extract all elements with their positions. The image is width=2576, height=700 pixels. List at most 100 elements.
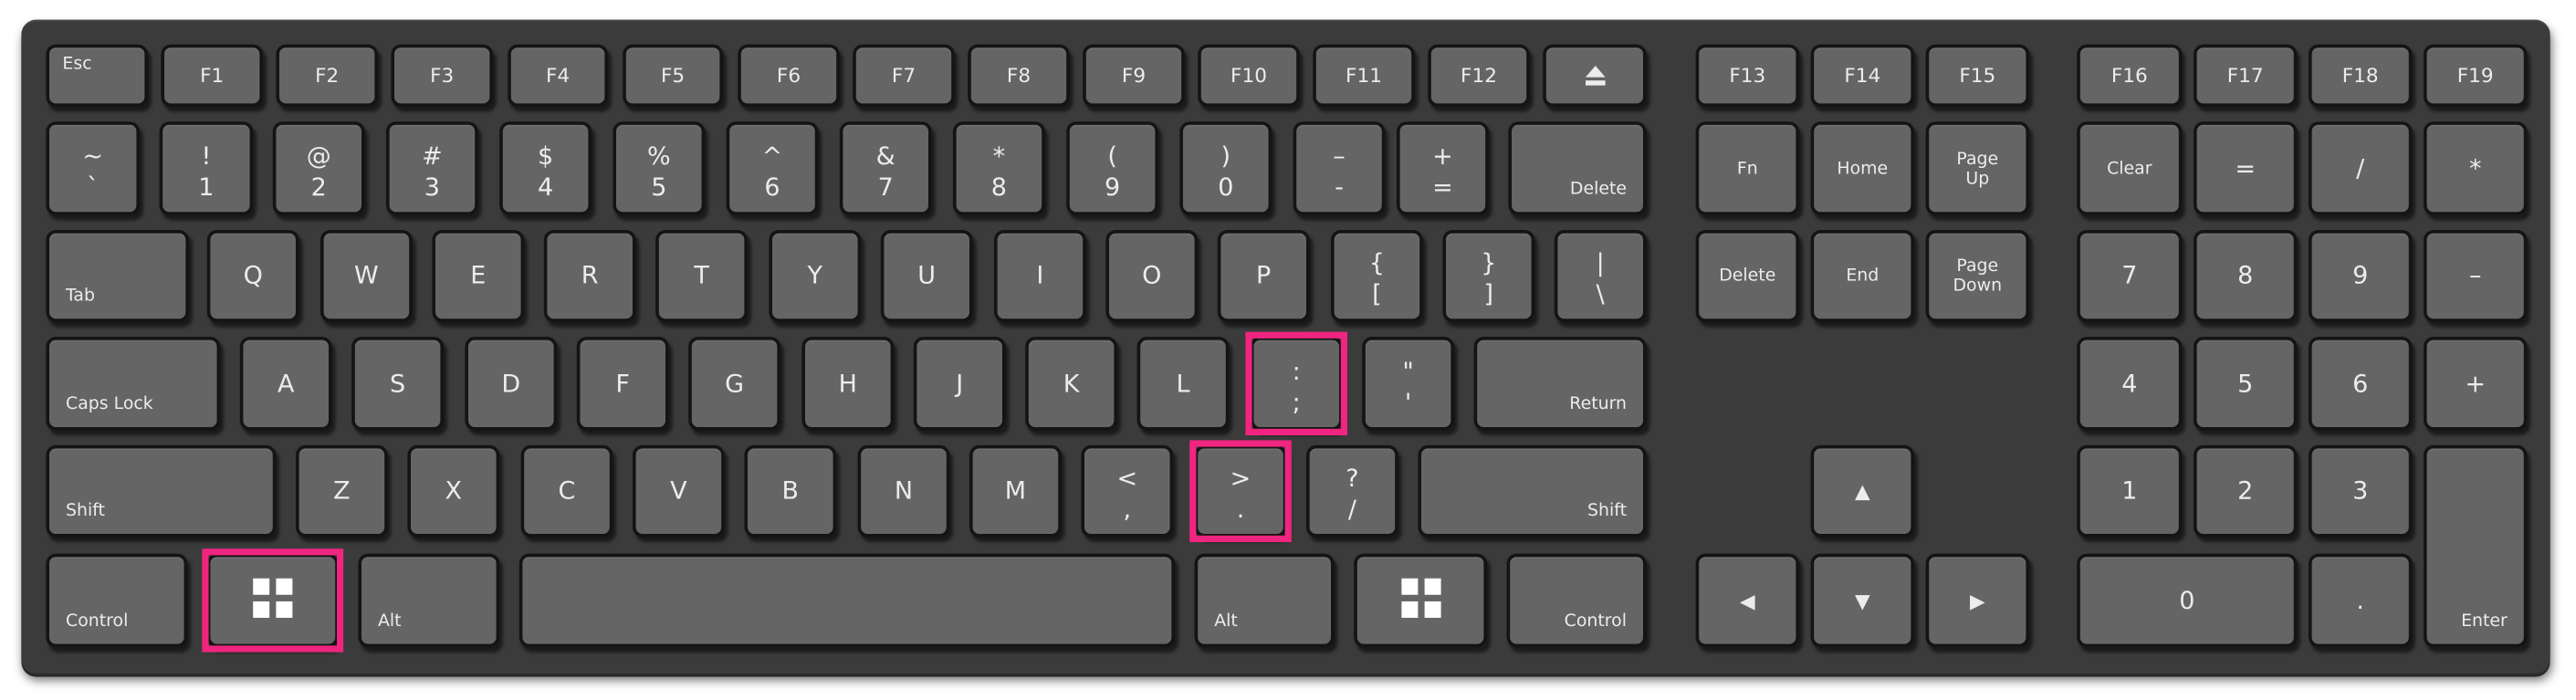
key-c[interactable]: C bbox=[520, 444, 613, 538]
key-win-left[interactable] bbox=[206, 553, 339, 648]
key-lbracket[interactable]: {[ bbox=[1331, 230, 1423, 322]
key-9[interactable]: (9 bbox=[1066, 121, 1158, 215]
key-f6[interactable]: F6 bbox=[738, 44, 840, 107]
key-num-enter[interactable]: Enter bbox=[2424, 444, 2528, 648]
key-period[interactable]: >. bbox=[1194, 444, 1287, 538]
key-g[interactable]: G bbox=[688, 337, 780, 431]
key-f4[interactable]: F4 bbox=[508, 44, 608, 107]
key-i[interactable]: I bbox=[994, 230, 1086, 322]
key-p[interactable]: P bbox=[1217, 230, 1310, 322]
key-5[interactable]: % 5 bbox=[613, 121, 706, 215]
key-f3[interactable]: F3 bbox=[391, 44, 493, 107]
key-num-0[interactable]: 0 bbox=[2077, 553, 2298, 648]
key-end[interactable]: End bbox=[1810, 230, 1914, 322]
key-quote[interactable]: " ' bbox=[1362, 337, 1454, 431]
key-w[interactable]: W bbox=[320, 230, 413, 322]
key-num-decimal[interactable]: . bbox=[2309, 553, 2413, 648]
key-alt-left[interactable]: Alt bbox=[358, 553, 500, 648]
key-3[interactable]: #3 bbox=[386, 121, 478, 215]
key-f7[interactable]: F7 bbox=[853, 44, 955, 107]
key-esc[interactable]: Esc bbox=[46, 44, 149, 107]
key-f12[interactable]: F12 bbox=[1428, 44, 1530, 107]
key-f17[interactable]: F17 bbox=[2194, 44, 2298, 107]
key-num-3[interactable]: 3 bbox=[2309, 444, 2413, 538]
key-2[interactable]: @2 bbox=[272, 121, 365, 215]
key-return[interactable]: Return bbox=[1473, 337, 1647, 431]
key-4[interactable]: $4 bbox=[499, 121, 592, 215]
key-k[interactable]: K bbox=[1025, 337, 1117, 431]
key-f13[interactable]: F13 bbox=[1695, 44, 1799, 107]
key-space[interactable] bbox=[518, 553, 1175, 648]
key-o[interactable]: O bbox=[1105, 230, 1199, 322]
key-f18[interactable]: F18 bbox=[2309, 44, 2413, 107]
key-q[interactable]: Q bbox=[206, 230, 299, 322]
key-num-4[interactable]: 4 bbox=[2077, 337, 2183, 431]
key-7[interactable]: & 7 bbox=[839, 121, 932, 215]
key-rbracket[interactable]: }] bbox=[1442, 230, 1535, 322]
key-equals[interactable]: + = bbox=[1397, 121, 1489, 215]
key-eject[interactable] bbox=[1543, 44, 1647, 107]
key-arrow-left[interactable]: ◀ bbox=[1695, 553, 1799, 648]
key-num-divide[interactable]: / bbox=[2309, 121, 2413, 215]
key-y[interactable]: Y bbox=[769, 230, 862, 322]
key-control-left[interactable]: Control bbox=[46, 553, 188, 648]
key-num-9[interactable]: 9 bbox=[2309, 230, 2413, 322]
key-j[interactable]: J bbox=[913, 337, 1006, 431]
key-f16[interactable]: F16 bbox=[2077, 44, 2183, 107]
key-minus[interactable]: – - bbox=[1293, 121, 1386, 215]
key-home[interactable]: Home bbox=[1810, 121, 1914, 215]
key-caps-lock[interactable]: Caps Lock bbox=[46, 337, 221, 431]
key-clear[interactable]: Clear bbox=[2077, 121, 2183, 215]
key-f10[interactable]: F10 bbox=[1198, 44, 1300, 107]
key-l[interactable]: L bbox=[1136, 337, 1230, 431]
key-alt-right[interactable]: Alt bbox=[1194, 553, 1335, 648]
key-f1[interactable]: F1 bbox=[161, 44, 263, 107]
key-f11[interactable]: F11 bbox=[1313, 44, 1415, 107]
key-f[interactable]: F bbox=[576, 337, 669, 431]
key-num-7[interactable]: 7 bbox=[2077, 230, 2183, 322]
key-num-8[interactable]: 8 bbox=[2194, 230, 2298, 322]
key-arrow-right[interactable]: ▶ bbox=[1925, 553, 2029, 648]
key-0[interactable]: ) 0 bbox=[1179, 121, 1272, 215]
key-f9[interactable]: F9 bbox=[1083, 44, 1185, 107]
key-b[interactable]: B bbox=[744, 444, 837, 538]
key-slash[interactable]: ? / bbox=[1306, 444, 1398, 538]
key-num-5[interactable]: 5 bbox=[2194, 337, 2298, 431]
key-f15[interactable]: F15 bbox=[1925, 44, 2029, 107]
key-arrow-up[interactable]: ▲ bbox=[1810, 444, 1914, 538]
key-n[interactable]: N bbox=[857, 444, 950, 538]
key-num-6[interactable]: 6 bbox=[2309, 337, 2413, 431]
key-d[interactable]: D bbox=[465, 337, 558, 431]
key-u[interactable]: U bbox=[880, 230, 973, 322]
key-page-down[interactable]: Page Down bbox=[1925, 230, 2029, 322]
key-num-plus[interactable]: + bbox=[2424, 337, 2528, 431]
key-tab[interactable]: Tab bbox=[46, 230, 190, 322]
key-num-equals[interactable]: = bbox=[2194, 121, 2298, 215]
key-r[interactable]: R bbox=[543, 230, 636, 322]
key-control-right[interactable]: Control bbox=[1506, 553, 1647, 648]
key-win-right[interactable] bbox=[1354, 553, 1487, 648]
key-shift-right[interactable]: Shift bbox=[1418, 444, 1647, 538]
key-f8[interactable]: F8 bbox=[968, 44, 1070, 107]
key-t[interactable]: T bbox=[655, 230, 748, 322]
key-backslash[interactable]: | \ bbox=[1554, 230, 1647, 322]
key-f5[interactable]: F5 bbox=[623, 44, 723, 107]
key-num-2[interactable]: 2 bbox=[2194, 444, 2298, 538]
key-delete[interactable]: Delete bbox=[1508, 121, 1647, 215]
key-8[interactable]: * 8 bbox=[953, 121, 1045, 215]
key-z[interactable]: Z bbox=[296, 444, 388, 538]
key-f14[interactable]: F14 bbox=[1810, 44, 1914, 107]
key-fn[interactable]: Fn bbox=[1695, 121, 1799, 215]
key-num-1[interactable]: 1 bbox=[2077, 444, 2183, 538]
key-f19[interactable]: F19 bbox=[2424, 44, 2528, 107]
key-semicolon[interactable]: :; bbox=[1250, 337, 1343, 431]
key-a[interactable]: A bbox=[239, 337, 332, 431]
key-6[interactable]: ^ 6 bbox=[726, 121, 819, 215]
key-arrow-down[interactable]: ▼ bbox=[1810, 553, 1914, 648]
key-h[interactable]: H bbox=[801, 337, 895, 431]
key-num-minus[interactable]: – bbox=[2424, 230, 2528, 322]
key-shift-left[interactable]: Shift bbox=[46, 444, 277, 538]
key-e[interactable]: E bbox=[432, 230, 525, 322]
key-backtick[interactable]: ~ ` bbox=[46, 121, 141, 215]
key-f2[interactable]: F2 bbox=[276, 44, 378, 107]
